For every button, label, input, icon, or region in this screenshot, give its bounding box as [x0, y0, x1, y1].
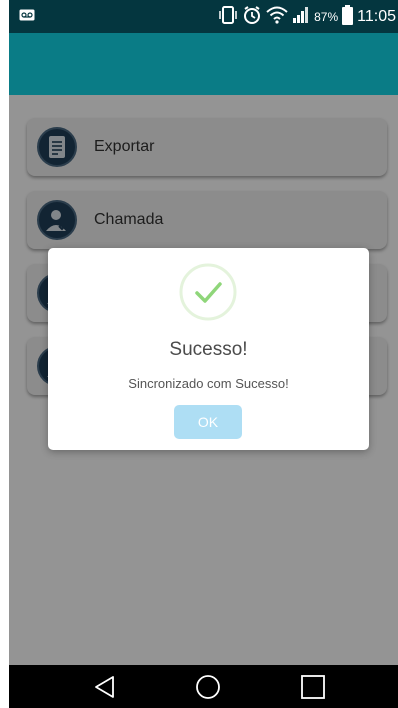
status-bar: 87% 11:05 [9, 0, 398, 33]
navigation-bar [9, 665, 398, 708]
phone-screen: 87% 11:05 Exportar Chamada Sucesso! Sinc… [9, 0, 398, 708]
voicemail-icon [19, 8, 35, 26]
ok-button[interactable]: OK [174, 405, 242, 439]
dialog-message: Sincronizado com Sucesso! [128, 376, 289, 391]
vibrate-icon [218, 5, 238, 30]
battery-percent: 87% [314, 10, 339, 24]
checkmark-icon [179, 263, 237, 321]
alarm-icon [242, 5, 262, 30]
battery-icon [342, 4, 354, 30]
signal-icon [292, 6, 310, 29]
wifi-icon [266, 6, 288, 29]
back-icon[interactable] [92, 674, 118, 700]
success-dialog: Sucesso! Sincronizado com Sucesso! OK [48, 248, 369, 450]
recents-icon[interactable] [300, 674, 326, 700]
home-icon[interactable] [195, 674, 221, 700]
app-bar [9, 33, 398, 95]
status-time: 11:05 [357, 8, 396, 25]
dialog-title: Sucesso! [169, 339, 248, 360]
